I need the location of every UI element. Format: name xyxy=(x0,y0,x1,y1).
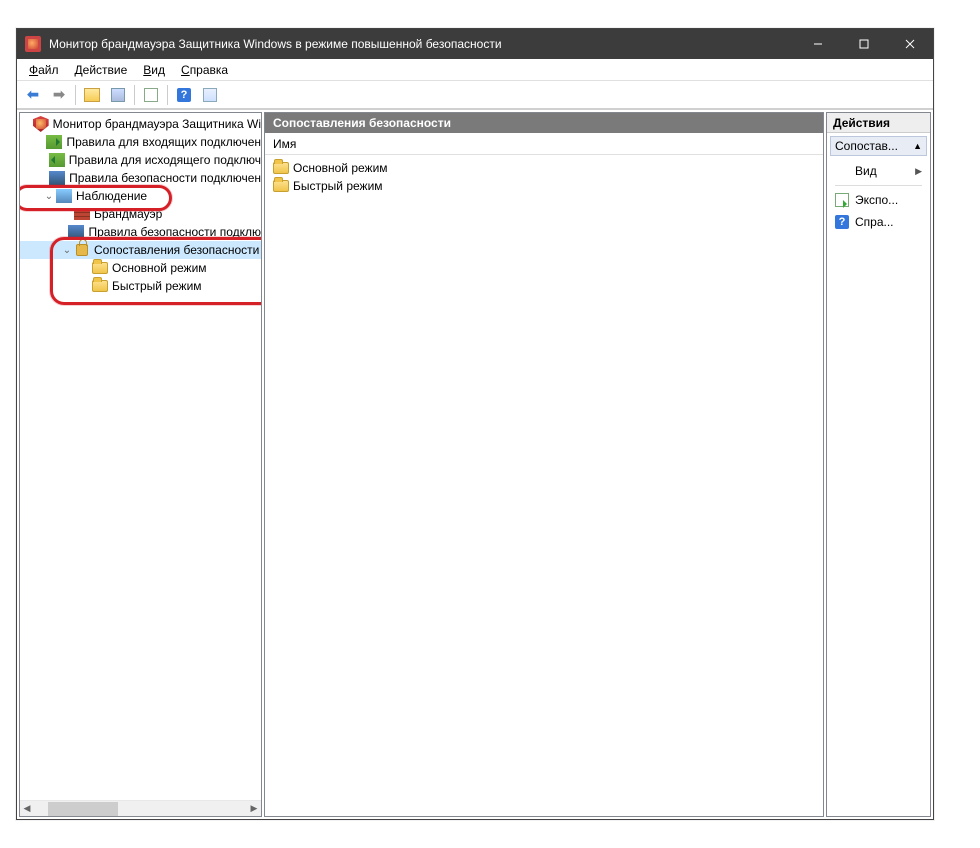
action-label: Экспо... xyxy=(855,193,898,207)
folder-up-icon xyxy=(84,88,100,102)
actions-pane: Действия Сопостав... ▲ Вид ▶ Экспо... ? xyxy=(826,112,931,817)
toolbar-separator xyxy=(134,85,135,105)
chevron-right-icon: ▶ xyxy=(915,166,922,177)
horizontal-scrollbar[interactable]: ◀ ▶ xyxy=(20,800,261,816)
action-label: Вид xyxy=(855,164,877,178)
action-label: Спра... xyxy=(855,215,894,229)
list-button[interactable] xyxy=(198,83,222,107)
folder-icon xyxy=(273,160,289,176)
scroll-thumb[interactable] xyxy=(48,802,118,816)
list-item-label: Основной режим xyxy=(293,161,388,175)
monitor-icon xyxy=(56,188,72,204)
actions-context-label: Сопостав... xyxy=(835,139,898,153)
folder-icon xyxy=(273,178,289,194)
rule-in-icon xyxy=(46,134,62,150)
help-icon: ? xyxy=(835,215,849,229)
tree-label: Правила безопасности подключен xyxy=(69,171,261,185)
chevron-up-icon: ▲ xyxy=(913,141,922,151)
tree-label: Сопоставления безопасности xyxy=(94,243,259,257)
list-item[interactable]: Основной режим xyxy=(269,159,819,177)
export-icon xyxy=(835,193,849,207)
export-icon xyxy=(144,88,158,102)
tree-root[interactable]: Монитор брандмауэра Защитника Wi xyxy=(20,115,261,133)
maximize-button[interactable] xyxy=(841,29,887,59)
folder-icon xyxy=(92,260,108,276)
tree-label: Брандмауэр xyxy=(94,207,162,221)
shield-icon xyxy=(33,116,49,132)
tree-label: Правила для входящих подключен xyxy=(66,135,261,149)
help-icon: ? xyxy=(177,88,191,102)
window-title: Монитор брандмауэра Защитника Windows в … xyxy=(49,37,795,51)
tree: Монитор брандмауэра Защитника Wi Правила… xyxy=(20,113,261,800)
properties-icon xyxy=(111,88,125,102)
actions-list: Вид ▶ Экспо... ? Спра... xyxy=(827,159,930,234)
column-header[interactable]: Имя xyxy=(265,133,823,155)
tree-monitoring[interactable]: ⌄ Наблюдение xyxy=(20,187,261,205)
titlebar: Монитор брандмауэра Защитника Windows в … xyxy=(17,29,933,59)
main-list: Основной режим Быстрый режим xyxy=(265,155,823,816)
toolbar: ⬅ ➡ ? xyxy=(17,81,933,109)
list-item[interactable]: Быстрый режим xyxy=(269,177,819,195)
scroll-left-icon[interactable]: ◀ xyxy=(20,802,34,816)
tree-pane: Монитор брандмауэра Защитника Wi Правила… xyxy=(19,112,262,817)
toolbar-separator xyxy=(167,85,168,105)
menu-help[interactable]: Справка xyxy=(173,61,236,79)
arrow-right-icon: ➡ xyxy=(53,86,65,103)
arrow-left-icon: ⬅ xyxy=(27,86,39,103)
firewall-icon xyxy=(74,206,90,222)
security-icon xyxy=(68,224,84,240)
security-icon xyxy=(49,170,65,186)
close-button[interactable] xyxy=(887,29,933,59)
menubar: Файл Действие Вид Справка xyxy=(17,59,933,81)
client-area: Монитор брандмауэра Защитника Wi Правила… xyxy=(17,109,933,819)
tree-label: Основной режим xyxy=(112,261,207,275)
minimize-button[interactable] xyxy=(795,29,841,59)
tree-label: Правила для исходящего подключ xyxy=(69,153,261,167)
tree-security-assoc[interactable]: ⌄ Сопоставления безопасности xyxy=(20,241,261,259)
export-button[interactable] xyxy=(139,83,163,107)
tree-label: Монитор брандмауэра Защитника Wi xyxy=(53,117,261,131)
rule-out-icon xyxy=(49,152,65,168)
tree-inbound-rules[interactable]: Правила для входящих подключен xyxy=(20,133,261,151)
main-header: Сопоставления безопасности xyxy=(265,113,823,133)
action-export[interactable]: Экспо... xyxy=(831,190,926,210)
lock-icon xyxy=(74,242,90,258)
list-icon xyxy=(203,88,217,102)
actions-header: Действия xyxy=(827,113,930,133)
list-item-label: Быстрый режим xyxy=(293,179,383,193)
separator xyxy=(835,185,922,186)
main-pane: Сопоставления безопасности Имя Основной … xyxy=(264,112,824,817)
forward-button[interactable]: ➡ xyxy=(47,83,71,107)
menu-view[interactable]: Вид xyxy=(135,61,173,79)
window-buttons xyxy=(795,29,933,59)
tree-label: Правила безопасности подклю xyxy=(88,225,261,239)
tree-label: Быстрый режим xyxy=(112,279,202,293)
tree-firewall[interactable]: Брандмауэр xyxy=(20,205,261,223)
tree-quick-mode[interactable]: Быстрый режим xyxy=(20,277,261,295)
tree-main-mode[interactable]: Основной режим xyxy=(20,259,261,277)
chevron-down-icon[interactable]: ⌄ xyxy=(42,191,56,202)
scroll-right-icon[interactable]: ▶ xyxy=(247,802,261,816)
folder-icon xyxy=(92,278,108,294)
chevron-down-icon[interactable]: ⌄ xyxy=(60,245,74,256)
menu-action[interactable]: Действие xyxy=(67,61,136,79)
tree-outbound-rules[interactable]: Правила для исходящего подключ xyxy=(20,151,261,169)
menu-file[interactable]: Файл xyxy=(21,61,67,79)
action-view[interactable]: Вид ▶ xyxy=(831,161,926,181)
toolbar-separator xyxy=(75,85,76,105)
column-name: Имя xyxy=(273,137,296,151)
tree-label: Наблюдение xyxy=(76,189,147,203)
back-button[interactable]: ⬅ xyxy=(21,83,45,107)
app-icon xyxy=(25,36,41,52)
action-help[interactable]: ? Спра... xyxy=(831,212,926,232)
properties-button[interactable] xyxy=(106,83,130,107)
actions-context[interactable]: Сопостав... ▲ xyxy=(830,136,927,156)
help-button[interactable]: ? xyxy=(172,83,196,107)
window: Монитор брандмауэра Защитника Windows в … xyxy=(16,28,934,820)
tree-sec-rules-mon[interactable]: Правила безопасности подклю xyxy=(20,223,261,241)
tree-security-rules[interactable]: Правила безопасности подключен xyxy=(20,169,261,187)
up-button[interactable] xyxy=(80,83,104,107)
